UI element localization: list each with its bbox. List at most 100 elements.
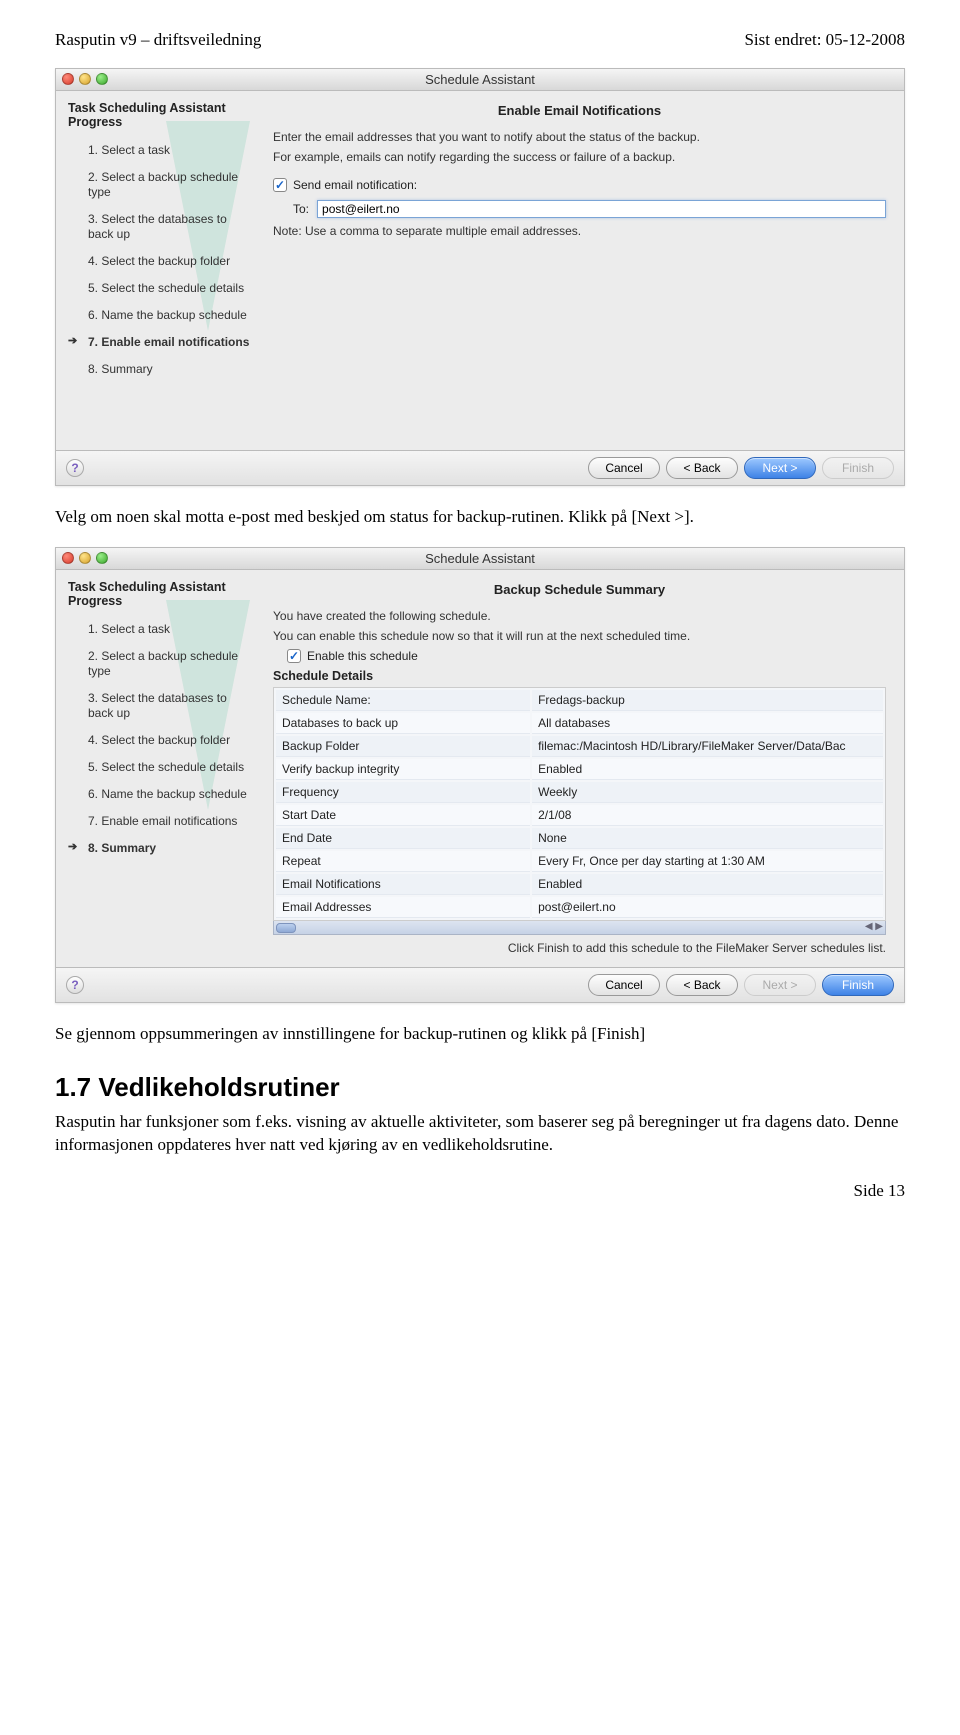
- table-row: Start Date2/1/08: [276, 805, 883, 826]
- win2-footer: ? Cancel < Back Next > Finish: [56, 968, 904, 1002]
- detail-key: Repeat: [276, 851, 530, 872]
- back-button[interactable]: < Back: [666, 974, 738, 996]
- close-icon[interactable]: [62, 552, 74, 564]
- detail-key: Databases to back up: [276, 713, 530, 734]
- send-email-checkbox[interactable]: ✓: [273, 178, 287, 192]
- step-item: 1. Select a task: [68, 616, 253, 643]
- minimize-icon[interactable]: [79, 73, 91, 85]
- schedule-details-heading: Schedule Details: [273, 669, 886, 683]
- table-row: Databases to back upAll databases: [276, 713, 883, 734]
- win1-mainpane: Enable Email Notifications Enter the ema…: [261, 91, 904, 450]
- finish-button: Finish: [822, 457, 894, 479]
- detail-key: Start Date: [276, 805, 530, 826]
- table-row: Email Addressespost@eilert.no: [276, 897, 883, 918]
- back-button[interactable]: < Back: [666, 457, 738, 479]
- close-icon[interactable]: [62, 73, 74, 85]
- win1-footer: ? Cancel < Back Next > Finish: [56, 451, 904, 485]
- step-item: 1. Select a task: [68, 137, 253, 164]
- step-item: 5. Select the schedule details: [68, 754, 253, 781]
- to-note: Note: Use a comma to separate multiple e…: [273, 224, 886, 238]
- minimize-icon[interactable]: [79, 552, 91, 564]
- intro-line-2: You can enable this schedule now so that…: [273, 629, 886, 643]
- intro-line-1: You have created the following schedule.: [273, 609, 886, 623]
- enable-schedule-checkbox[interactable]: ✓: [287, 649, 301, 663]
- hscrollbar[interactable]: ◀ ▶: [273, 921, 886, 935]
- step-item: 2. Select a backup schedule type: [68, 643, 253, 685]
- sidebar-heading: Task Scheduling Assistant Progress: [68, 580, 253, 608]
- step-item: 7. Enable email notifications: [68, 808, 253, 835]
- step-item: 5. Select the schedule details: [68, 275, 253, 302]
- help-icon[interactable]: ?: [66, 459, 84, 477]
- pane-title: Enable Email Notifications: [273, 103, 886, 118]
- detail-value: Weekly: [532, 782, 883, 803]
- next-button: Next >: [744, 974, 816, 996]
- table-row: RepeatEvery Fr, Once per day starting at…: [276, 851, 883, 872]
- table-row: Backup Folderfilemac:/Macintosh HD/Libra…: [276, 736, 883, 757]
- win1-schedule-assistant: Schedule Assistant Task Scheduling Assis…: [55, 68, 905, 486]
- table-row: Schedule Name:Fredags-backup: [276, 690, 883, 711]
- step-item: 3. Select the databases to back up: [68, 685, 253, 727]
- pane-title: Backup Schedule Summary: [273, 582, 886, 597]
- page-number: Side 13: [55, 1181, 905, 1201]
- step-item: 4. Select the backup folder: [68, 727, 253, 754]
- cancel-button[interactable]: Cancel: [588, 974, 660, 996]
- finish-button[interactable]: Finish: [822, 974, 894, 996]
- to-label: To:: [293, 202, 309, 216]
- scroll-arrows-icon[interactable]: ◀ ▶: [865, 921, 883, 932]
- enable-schedule-label: Enable this schedule: [307, 649, 418, 663]
- intro-line-1: Enter the email addresses that you want …: [273, 130, 886, 144]
- detail-key: Schedule Name:: [276, 690, 530, 711]
- mid-paragraph: Velg om noen skal motta e-post med beskj…: [55, 506, 905, 529]
- win2-title: Schedule Assistant: [56, 551, 904, 566]
- intro-line-2: For example, emails can notify regarding…: [273, 150, 886, 164]
- help-icon[interactable]: ?: [66, 976, 84, 994]
- cancel-button[interactable]: Cancel: [588, 457, 660, 479]
- detail-key: Email Addresses: [276, 897, 530, 918]
- win1-title: Schedule Assistant: [56, 72, 904, 87]
- win2-sidebar: Task Scheduling Assistant Progress 1. Se…: [56, 570, 261, 967]
- table-row: FrequencyWeekly: [276, 782, 883, 803]
- table-row: End DateNone: [276, 828, 883, 849]
- detail-value: post@eilert.no: [532, 897, 883, 918]
- zoom-icon[interactable]: [96, 73, 108, 85]
- detail-value: None: [532, 828, 883, 849]
- next-button[interactable]: Next >: [744, 457, 816, 479]
- detail-key: End Date: [276, 828, 530, 849]
- win2-schedule-assistant: Schedule Assistant Task Scheduling Assis…: [55, 547, 905, 1003]
- step-item: 8. Summary: [68, 835, 253, 862]
- click-finish-note: Click Finish to add this schedule to the…: [273, 941, 886, 955]
- after-win2-paragraph: Se gjennom oppsummeringen av innstilling…: [55, 1023, 905, 1046]
- table-row: Email NotificationsEnabled: [276, 874, 883, 895]
- table-row: Verify backup integrityEnabled: [276, 759, 883, 780]
- detail-value: Fredags-backup: [532, 690, 883, 711]
- detail-key: Backup Folder: [276, 736, 530, 757]
- step-item: 6. Name the backup schedule: [68, 781, 253, 808]
- win1-titlebar[interactable]: Schedule Assistant: [56, 69, 904, 91]
- section-heading: 1.7 Vedlikeholdsrutiner: [55, 1072, 905, 1103]
- send-email-label: Send email notification:: [293, 178, 417, 192]
- win2-titlebar[interactable]: Schedule Assistant: [56, 548, 904, 570]
- detail-value: filemac:/Macintosh HD/Library/FileMaker …: [532, 736, 883, 757]
- doc-title: Rasputin v9 – driftsveiledning: [55, 30, 261, 50]
- detail-key: Frequency: [276, 782, 530, 803]
- detail-value: Every Fr, Once per day starting at 1:30 …: [532, 851, 883, 872]
- win2-mainpane: Backup Schedule Summary You have created…: [261, 570, 904, 967]
- zoom-icon[interactable]: [96, 552, 108, 564]
- doc-modified: Sist endret: 05-12-2008: [744, 30, 905, 50]
- section-body: Rasputin har funksjoner som f.eks. visni…: [55, 1111, 905, 1157]
- step-item: 6. Name the backup schedule: [68, 302, 253, 329]
- sidebar-heading: Task Scheduling Assistant Progress: [68, 101, 253, 129]
- step-item: 3. Select the databases to back up: [68, 206, 253, 248]
- detail-key: Verify backup integrity: [276, 759, 530, 780]
- detail-key: Email Notifications: [276, 874, 530, 895]
- step-item: 8. Summary: [68, 356, 253, 383]
- detail-value: Enabled: [532, 759, 883, 780]
- step-item: 2. Select a backup schedule type: [68, 164, 253, 206]
- schedule-details-table: Schedule Name:Fredags-backupDatabases to…: [273, 687, 886, 921]
- step-item: 4. Select the backup folder: [68, 248, 253, 275]
- detail-value: 2/1/08: [532, 805, 883, 826]
- win1-sidebar: Task Scheduling Assistant Progress 1. Se…: [56, 91, 261, 450]
- detail-value: Enabled: [532, 874, 883, 895]
- detail-value: All databases: [532, 713, 883, 734]
- to-input[interactable]: [317, 200, 886, 218]
